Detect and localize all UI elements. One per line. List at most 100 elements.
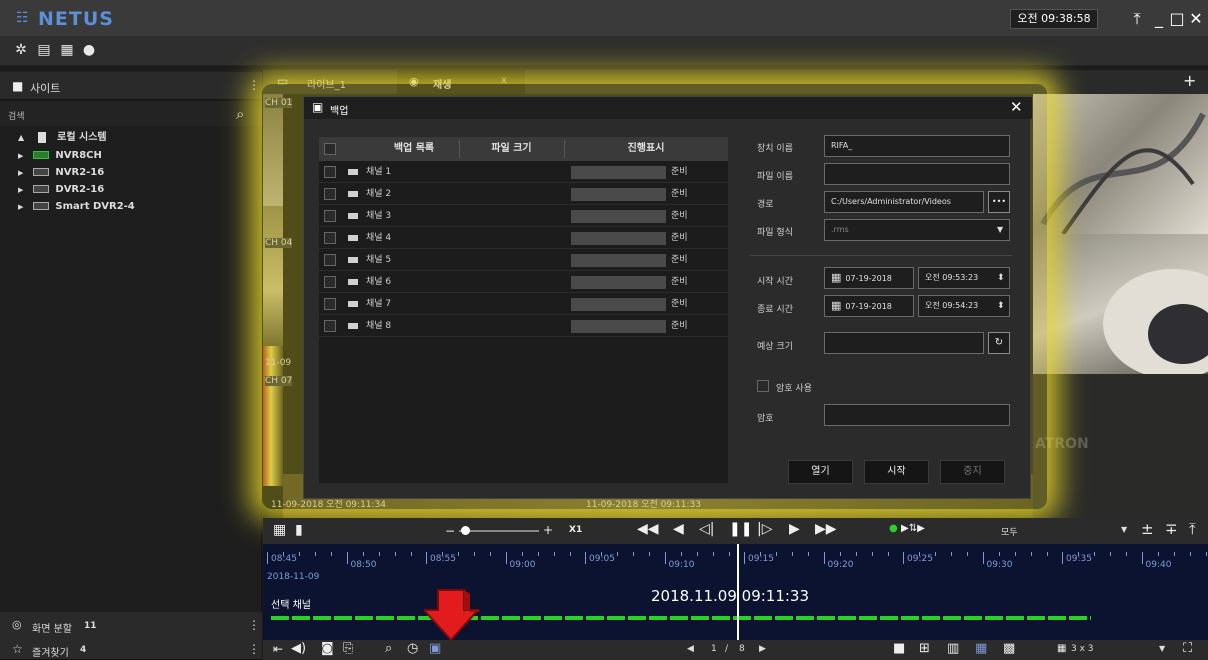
- stop-button[interactable]: 중지: [940, 460, 1005, 484]
- timeline[interactable]: 08:45 08:50 08:55 09:00 09:05 09:10 09:15 09:20…: [263, 544, 1208, 640]
- upload-icon[interactable]: ⤒: [1189, 520, 1196, 538]
- select-all-checkbox[interactable]: [324, 143, 336, 155]
- layout-25-icon[interactable]: ▩: [1003, 641, 1015, 656]
- row-checkbox[interactable]: [324, 275, 336, 288]
- open-button[interactable]: 열기: [788, 460, 853, 484]
- zoom-in-icon[interactable]: ±: [1141, 520, 1154, 538]
- volume-icon[interactable]: ◀): [291, 641, 306, 656]
- file-name-field[interactable]: [824, 163, 1010, 185]
- timeline-minor-tick: [967, 552, 968, 556]
- camera-icon[interactable]: ◙: [321, 641, 334, 656]
- timeline-minor-tick: [474, 552, 475, 556]
- row-checkbox[interactable]: [324, 187, 336, 200]
- layout-4-icon[interactable]: ⊞: [919, 641, 930, 656]
- tree-item-nvr8ch[interactable]: ▶ NVR8CH: [18, 148, 102, 164]
- layout-1-icon[interactable]: ■: [893, 641, 905, 656]
- layout-dropdown-icon[interactable]: ▼: [1159, 644, 1165, 653]
- path-field[interactable]: C:/Users/Administrator/Videos: [824, 191, 984, 213]
- add-tab-icon[interactable]: +: [1183, 71, 1196, 90]
- password-checkbox[interactable]: [757, 380, 769, 392]
- start-date-field[interactable]: ▦ 07-19-2018: [824, 267, 914, 289]
- play-icon[interactable]: ▶: [789, 521, 800, 537]
- export-icon[interactable]: ⤒: [1128, 9, 1146, 29]
- tree-root[interactable]: ▲ 로컬 시스템: [18, 130, 107, 146]
- zoom-out-icon[interactable]: ∓: [1165, 520, 1178, 538]
- screen-split-header[interactable]: ◎ 화면 분할 11 ⋮: [0, 612, 262, 640]
- minimize-icon[interactable]: _: [1150, 9, 1168, 28]
- row-status: 준비: [671, 233, 688, 243]
- backup-row[interactable]: 채널 2 준비: [319, 183, 728, 205]
- row-checkbox[interactable]: [324, 209, 336, 222]
- calendar-icon[interactable]: ▤: [35, 42, 53, 58]
- fullscreen-icon[interactable]: ⛶: [1183, 641, 1192, 656]
- site-menu-icon[interactable]: ⋮: [248, 78, 260, 92]
- calendar-icon[interactable]: ▦: [273, 522, 286, 538]
- speed-up-icon[interactable]: +: [543, 523, 553, 537]
- reverse-play-icon[interactable]: ◀: [673, 521, 684, 537]
- settings-icon[interactable]: ✲: [12, 42, 30, 58]
- favorites-menu-icon[interactable]: ⋮: [248, 642, 260, 656]
- filter-dropdown-icon[interactable]: ▼: [1121, 525, 1127, 534]
- password-field[interactable]: [824, 404, 1010, 426]
- spinner-icon[interactable]: ⬍: [997, 268, 1005, 288]
- start-button[interactable]: 시작: [864, 460, 929, 484]
- info-icon[interactable]: ●: [80, 42, 98, 58]
- speed-slider-handle[interactable]: [461, 526, 470, 535]
- tree-item-nvr2-16[interactable]: ▶ NVR2-16: [18, 165, 104, 181]
- step-forward-icon[interactable]: |▷: [757, 521, 772, 537]
- end-time-field[interactable]: 오전 09:54:23 ⬍: [918, 295, 1010, 317]
- refresh-icon[interactable]: ↻: [988, 332, 1010, 354]
- step-back-icon[interactable]: ◁|: [699, 521, 714, 537]
- backup-row[interactable]: 채널 1 준비: [319, 161, 728, 183]
- next-page-icon[interactable]: ▶: [759, 644, 766, 654]
- bookmark-icon[interactable]: ▮: [295, 522, 303, 538]
- favorites-header[interactable]: ☆ 즐겨찾기 4 ⋮: [0, 638, 262, 660]
- row-checkbox[interactable]: [324, 231, 336, 244]
- video-tile[interactable]: ATRON: [1033, 374, 1208, 518]
- list-icon[interactable]: ▦: [58, 42, 76, 58]
- tree-item-dvr2-16[interactable]: ▶ DVR2-16: [18, 182, 104, 198]
- video-tile[interactable]: [1033, 234, 1208, 374]
- sync-play-icon[interactable]: ▶⇅▶: [901, 523, 925, 534]
- search-box[interactable]: 검색 ⌕: [0, 102, 262, 126]
- rewind-icon[interactable]: ◀◀: [637, 521, 659, 537]
- layout-9-icon[interactable]: ▥: [947, 641, 959, 656]
- row-checkbox[interactable]: [324, 165, 336, 178]
- tree-item-smart-dvr2-4[interactable]: ▶ Smart DVR2-4: [18, 199, 135, 215]
- close-icon[interactable]: ✕: [1187, 9, 1205, 28]
- start-time-field[interactable]: 오전 09:53:23 ⬍: [918, 267, 1010, 289]
- backup-row[interactable]: 채널 3 준비: [319, 205, 728, 227]
- backup-row[interactable]: 채널 4 준비: [319, 227, 728, 249]
- spinner-icon[interactable]: ⬍: [997, 296, 1005, 316]
- search-icon[interactable]: ⌕: [236, 105, 244, 123]
- save-icon[interactable]: ▣: [429, 641, 441, 656]
- split-menu-icon[interactable]: ⋮: [248, 618, 260, 632]
- skip-start-icon[interactable]: ⇤: [273, 642, 283, 656]
- fast-forward-icon[interactable]: ▶▶: [815, 521, 837, 537]
- speed-down-icon[interactable]: −: [445, 524, 455, 538]
- format-select[interactable]: .rms ▼: [824, 219, 1010, 241]
- clock-icon[interactable]: ◷: [407, 641, 418, 656]
- row-checkbox[interactable]: [324, 253, 336, 266]
- browse-button[interactable]: •••: [988, 191, 1010, 213]
- speed-slider[interactable]: [459, 530, 539, 532]
- export-icon[interactable]: ⎘: [343, 641, 353, 656]
- row-checkbox[interactable]: [324, 319, 336, 332]
- search-icon[interactable]: ⌕: [385, 641, 392, 656]
- maximize-icon[interactable]: □: [1168, 9, 1186, 28]
- device-name-field[interactable]: RIFA_: [824, 135, 1010, 157]
- prev-page-icon[interactable]: ◀: [687, 644, 694, 654]
- recording-bar[interactable]: [271, 616, 1091, 620]
- playhead[interactable]: [737, 544, 739, 640]
- backup-row[interactable]: 채널 7 준비: [319, 293, 728, 315]
- row-checkbox[interactable]: [324, 297, 336, 310]
- timeline-tick-label: 08:50: [350, 560, 377, 570]
- video-tile[interactable]: [1033, 94, 1208, 234]
- backup-row[interactable]: 채널 5 준비: [319, 249, 728, 271]
- backup-row[interactable]: 채널 8 준비: [319, 315, 728, 337]
- dialog-close-icon[interactable]: ✕: [1010, 98, 1023, 116]
- layout-16-icon[interactable]: ▦: [975, 641, 987, 656]
- end-date-field[interactable]: ▦ 07-19-2018: [824, 295, 914, 317]
- pause-icon[interactable]: ❚❚: [729, 521, 752, 537]
- backup-row[interactable]: 채널 6 준비: [319, 271, 728, 293]
